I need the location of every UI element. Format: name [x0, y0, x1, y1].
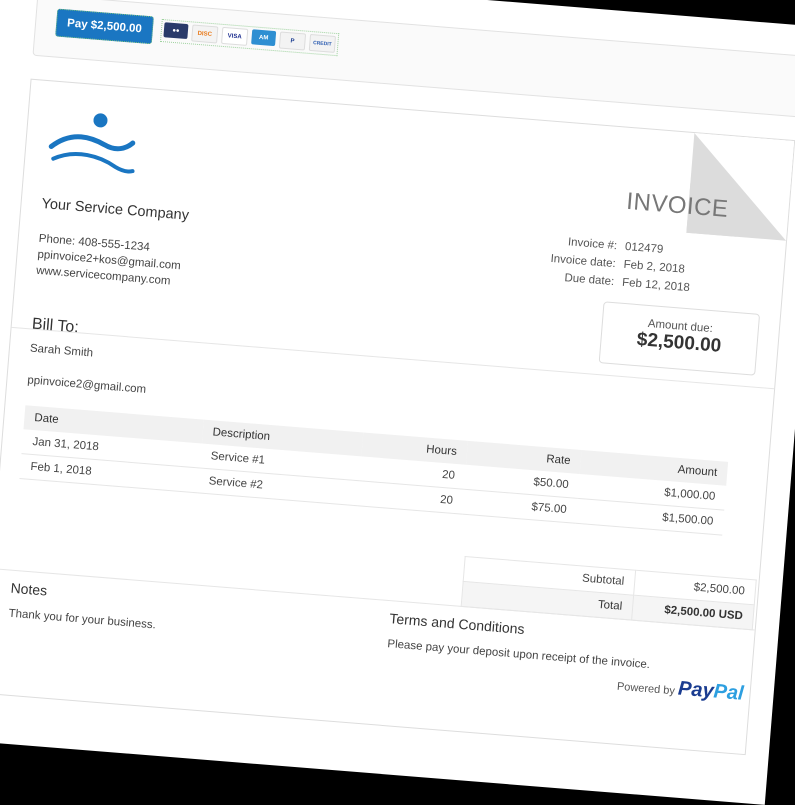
invoice-sheet: Pay $2,500.00 ●● DISC VISA AM P CREDIT Y…: [0, 0, 795, 805]
invoice-meta: Invoice #: 012479 Invoice date: Feb 2, 201…: [534, 231, 706, 298]
amount-due-box: Amount due: $2,500.00: [598, 301, 761, 376]
bill-to-email: ppinvoice2@gmail.com: [26, 374, 147, 396]
credit-icon: CREDIT: [308, 33, 337, 53]
invoice-document: Your Service Company Phone: 408-555-1234…: [0, 78, 795, 756]
terms-text: Please pay your deposit upon receipt of …: [386, 638, 651, 672]
discover-icon: DISC: [191, 24, 219, 44]
pay-button[interactable]: Pay $2,500.00: [55, 8, 154, 45]
terms-heading: Terms and Conditions: [388, 610, 526, 637]
paypal-logo: PayPal: [677, 677, 745, 705]
card-logos: ●● DISC VISA AM P CREDIT: [159, 18, 340, 57]
bill-to-name: Sarah Smith: [29, 342, 94, 360]
company-name: Your Service Company: [40, 195, 190, 224]
notes-text: Thank you for your business.: [8, 607, 157, 632]
company-logo: [43, 106, 139, 188]
page-fold: [686, 133, 795, 241]
paypal-icon: P: [278, 31, 307, 51]
visa-icon: VISA: [221, 26, 249, 46]
notes-heading: Notes: [10, 579, 48, 599]
items-table: Date Description Hours Rate Amount Jan 3…: [19, 405, 729, 536]
powered-by-label: Powered by: [616, 680, 676, 698]
amex-icon: AM: [251, 29, 277, 47]
mastercard-icon: ●●: [163, 22, 189, 40]
bill-to-heading: Bill To:: [31, 315, 80, 337]
company-contact: Phone: 408-555-1234 ppinvoice2+kos@gmail…: [36, 231, 183, 290]
